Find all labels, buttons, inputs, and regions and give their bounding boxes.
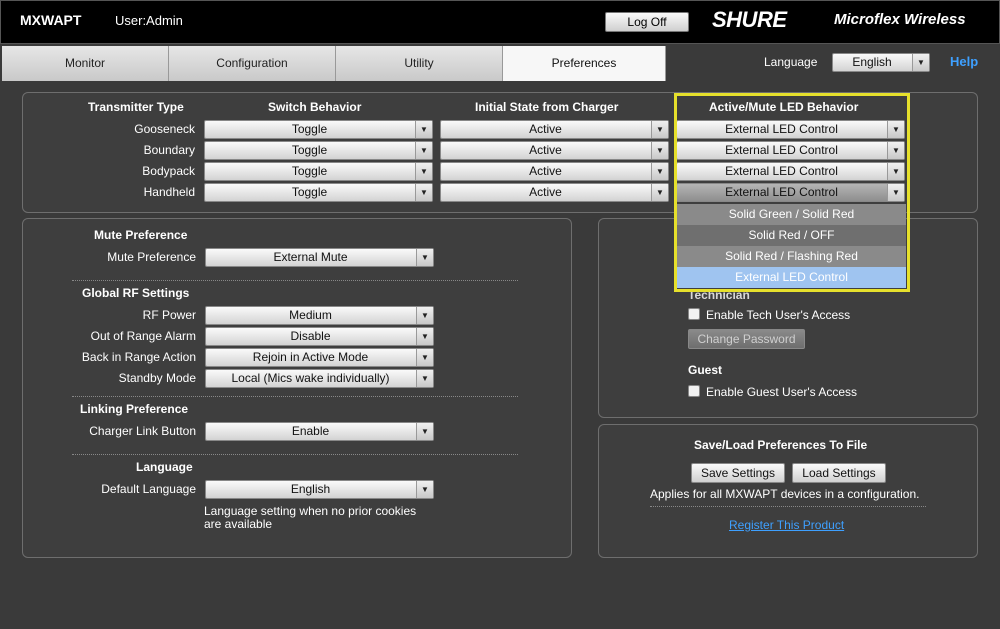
tech-access-label: Enable Tech User's Access (706, 308, 851, 322)
out-of-range-label: Out of Range Alarm (90, 329, 196, 343)
chevron-down-icon: ▼ (416, 307, 433, 324)
tab-monitor[interactable]: Monitor (2, 46, 169, 81)
tab-configuration[interactable]: Configuration (169, 46, 336, 81)
chevron-down-icon: ▼ (415, 163, 432, 180)
mute-preference-title: Mute Preference (94, 228, 188, 242)
standby-mode-select[interactable]: Local (Mics wake individually) ▼ (205, 369, 434, 388)
select-value: Local (Mics wake individually) (231, 371, 390, 385)
register-product-link[interactable]: Register This Product (729, 518, 844, 532)
charger-link-select[interactable]: Enable ▼ (205, 422, 434, 441)
divider (72, 396, 518, 397)
select-value: Active (529, 143, 562, 157)
row-label-gooseneck: Gooseneck (134, 122, 195, 136)
select-value: Disable (290, 329, 331, 343)
divider (72, 280, 518, 281)
row-label-handheld: Handheld (143, 185, 195, 199)
select-value: Enable (291, 424, 330, 438)
default-language-select[interactable]: English ▼ (205, 480, 434, 499)
initial-select-bodypack[interactable]: Active ▼ (440, 162, 669, 181)
mute-preference-select[interactable]: External Mute ▼ (205, 248, 434, 267)
file-panel-note: Applies for all MXWAPT devices in a conf… (650, 487, 920, 501)
rf-power-label: RF Power (142, 308, 196, 322)
device-name: MXWAPT (20, 12, 82, 28)
switch-select-handheld[interactable]: Toggle ▼ (204, 183, 433, 202)
guest-title: Guest (688, 363, 723, 377)
select-value: Medium (289, 308, 332, 322)
row-label-bodypack: Bodypack (142, 164, 195, 178)
chevron-down-icon: ▼ (651, 163, 668, 180)
chevron-down-icon: ▼ (651, 142, 668, 159)
rf-power-select[interactable]: Medium ▼ (205, 306, 434, 325)
chevron-down-icon: ▼ (416, 481, 433, 498)
chevron-down-icon: ▼ (415, 142, 432, 159)
language-note-line2: are available (204, 517, 273, 531)
chevron-down-icon: ▼ (416, 423, 433, 440)
switch-select-gooseneck[interactable]: Toggle ▼ (204, 120, 433, 139)
chevron-down-icon: ▼ (415, 184, 432, 201)
chevron-down-icon: ▼ (912, 54, 929, 71)
global-rf-title: Global RF Settings (82, 286, 190, 300)
default-language-label: Default Language (101, 482, 196, 496)
load-settings-button[interactable]: Load Settings (792, 463, 886, 483)
shure-logo: SHURE (712, 7, 787, 32)
row-label-boundary: Boundary (143, 143, 195, 157)
log-off-button[interactable]: Log Off (605, 12, 689, 32)
divider (72, 454, 518, 455)
select-value: Toggle (291, 122, 328, 136)
guest-access-checkbox[interactable] (688, 385, 700, 397)
switch-behavior-header: Switch Behavior (268, 100, 362, 114)
chevron-down-icon: ▼ (416, 328, 433, 345)
save-settings-button[interactable]: Save Settings (691, 463, 785, 483)
file-panel-title: Save/Load Preferences To File (694, 438, 868, 452)
select-value: Active (529, 122, 562, 136)
chevron-down-icon: ▼ (416, 349, 433, 366)
standby-mode-label: Standby Mode (118, 371, 196, 385)
select-value: Toggle (291, 164, 328, 178)
select-value: Toggle (291, 143, 328, 157)
mute-preference-label: Mute Preference (107, 250, 196, 264)
out-of-range-select[interactable]: Disable ▼ (205, 327, 434, 346)
select-value: Toggle (291, 185, 328, 199)
divider (650, 506, 926, 507)
select-value: English (290, 482, 331, 496)
back-in-range-select[interactable]: Rejoin in Active Mode ▼ (205, 348, 434, 367)
select-value: Active (529, 185, 562, 199)
product-name: Microflex Wireless (834, 11, 966, 28)
chevron-down-icon: ▼ (416, 370, 433, 387)
switch-select-bodypack[interactable]: Toggle ▼ (204, 162, 433, 181)
tab-utility[interactable]: Utility (336, 46, 503, 81)
chevron-down-icon: ▼ (415, 121, 432, 138)
charger-link-label: Charger Link Button (89, 424, 196, 438)
chevron-down-icon: ▼ (416, 249, 433, 266)
current-user: User:Admin (115, 13, 183, 28)
change-password-button[interactable]: Change Password (688, 329, 805, 349)
select-value: External Mute (273, 250, 348, 264)
back-in-range-label: Back in Range Action (81, 350, 196, 364)
linking-preference-title: Linking Preference (80, 402, 189, 416)
language-section-title: Language (136, 460, 193, 474)
initial-select-handheld[interactable]: Active ▼ (440, 183, 669, 202)
guest-access-label: Enable Guest User's Access (706, 385, 858, 399)
language-select-value: English (852, 55, 892, 69)
tab-preferences[interactable]: Preferences (503, 46, 666, 81)
select-value: Rejoin in Active Mode (252, 350, 369, 364)
highlight-box (674, 93, 910, 292)
select-value: Active (529, 164, 562, 178)
chevron-down-icon: ▼ (651, 184, 668, 201)
language-select[interactable]: English ▼ (832, 53, 930, 72)
help-link[interactable]: Help (950, 54, 978, 69)
language-note-line1: Language setting when no prior cookies (204, 504, 417, 518)
initial-select-boundary[interactable]: Active ▼ (440, 141, 669, 160)
initial-select-gooseneck[interactable]: Active ▼ (440, 120, 669, 139)
switch-select-boundary[interactable]: Toggle ▼ (204, 141, 433, 160)
language-label: Language (764, 55, 818, 69)
chevron-down-icon: ▼ (651, 121, 668, 138)
tech-access-checkbox[interactable] (688, 308, 700, 320)
transmitter-type-header: Transmitter Type (88, 100, 184, 114)
initial-state-header: Initial State from Charger (475, 100, 619, 114)
